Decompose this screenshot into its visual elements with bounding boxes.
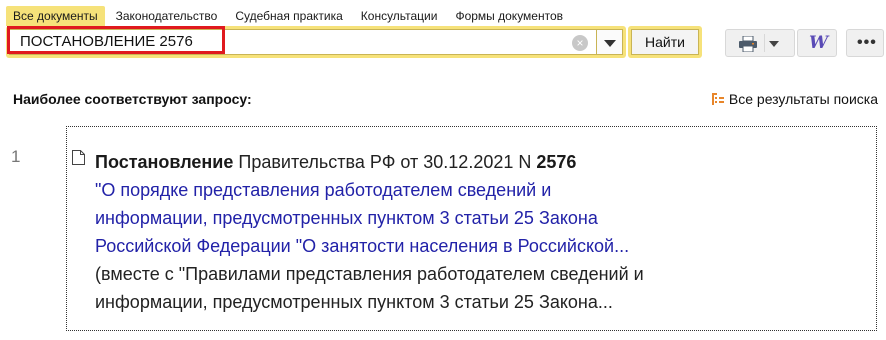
result-number: 1	[11, 147, 21, 166]
result-link-line[interactable]: Российской Федерации "О занятости населе…	[95, 232, 865, 260]
more-options-button[interactable]: •••	[846, 29, 884, 57]
export-to-word-button[interactable]: W	[797, 29, 837, 57]
tab-document-forms[interactable]: Формы документов	[448, 6, 570, 26]
result-note-line: информации, предусмотренных пунктом 3 ст…	[95, 292, 613, 312]
search-box: ПОСТАНОВЛЕНИЕ 2576 ×	[6, 26, 626, 58]
tab-court-practice[interactable]: Судебная практика	[228, 6, 349, 26]
all-results-link[interactable]: Все результаты поиска	[711, 91, 878, 107]
result-link-line[interactable]: информации, предусмотренных пунктом 3 ст…	[95, 204, 865, 232]
result-doc-type: Постановление	[95, 152, 234, 172]
toolbar-divider	[764, 34, 765, 52]
search-query-text: ПОСТАНОВЛЕНИЕ 2576	[20, 33, 193, 50]
search-input[interactable]: ПОСТАНОВЛЕНИЕ 2576 ×	[9, 29, 597, 55]
clear-icon: ×	[576, 36, 584, 50]
result-note-line: (вместе с "Правилами представления работ…	[95, 264, 644, 284]
list-icon	[711, 93, 724, 105]
document-icon	[72, 150, 85, 165]
result-body: Постановление Правительства РФ от 30.12.…	[95, 148, 865, 316]
print-button[interactable]	[725, 29, 795, 57]
tab-all-documents[interactable]: Все документы	[6, 6, 105, 26]
find-button[interactable]: Найти	[631, 29, 699, 55]
clear-search-button[interactable]: ×	[572, 35, 588, 51]
search-row: ПОСТАНОВЛЕНИЕ 2576 × Найти W •••	[6, 26, 884, 60]
result-issuer-date: Правительства РФ от 30.12.2021 N	[233, 152, 537, 172]
result-doc-number: 2576	[536, 152, 577, 172]
printer-icon	[739, 36, 757, 52]
word-export-icon: W	[809, 33, 829, 53]
results-heading: Наиболее соответствуют запросу:	[13, 91, 252, 107]
more-icon: •••	[857, 34, 877, 51]
chevron-down-icon[interactable]	[769, 41, 779, 47]
result-title: Постановление Правительства РФ от 30.12.…	[95, 148, 865, 176]
find-button-frame: Найти	[628, 26, 702, 58]
chevron-down-icon	[604, 40, 616, 47]
all-results-label: Все результаты поиска	[728, 91, 878, 107]
tab-legislation[interactable]: Законодательство	[109, 6, 225, 26]
result-link-line[interactable]: "О порядке представления работодателем с…	[95, 176, 865, 204]
result-card: Постановление Правительства РФ от 30.12.…	[66, 126, 877, 331]
tab-consultations[interactable]: Консультации	[354, 6, 445, 26]
search-scope-tabs: Все документы Законодательство Судебная …	[6, 6, 570, 26]
search-history-dropdown-button[interactable]	[597, 29, 623, 55]
